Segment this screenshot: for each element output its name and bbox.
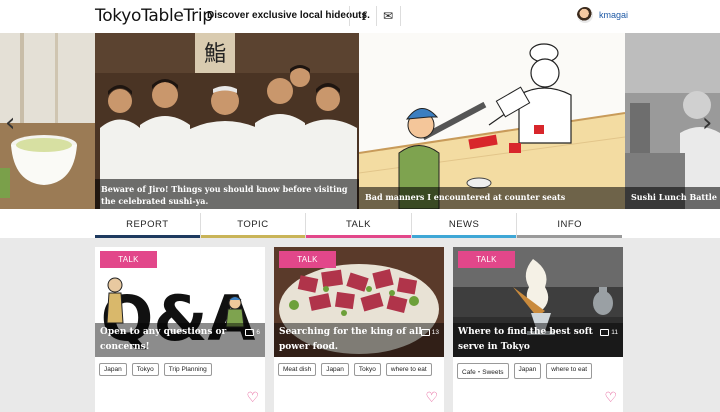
tab-underline [200, 235, 306, 238]
tab-label: TALK [345, 219, 372, 230]
card-title[interactable]: Open to any questions or concerns! [95, 323, 265, 357]
category-tabs: REPORT TOPIC TALK NEWS INFO [95, 213, 622, 238]
tag-chip[interactable]: Japan [321, 363, 349, 376]
comment-count-value: 6 [256, 329, 260, 336]
site-tagline: Discover exclusive local hideouts. [207, 10, 370, 21]
comment-icon [245, 329, 255, 336]
username-link[interactable]: kmagai [599, 10, 628, 20]
tag-chip[interactable]: Japan [513, 363, 542, 379]
tab-label: REPORT [126, 219, 169, 230]
tag-chip[interactable]: where to eat [546, 363, 593, 379]
slide-caption[interactable]: Bad manners I encountered at counter sea… [359, 187, 625, 209]
article-card[interactable]: Q&A TALK Open to any questions or concer… [95, 247, 265, 412]
tag-chip[interactable]: Tokyo [131, 363, 159, 376]
article-card[interactable]: TALK Where to find the best soft serve i… [453, 247, 623, 412]
tab-underline [306, 235, 411, 238]
category-badge: TALK [279, 251, 336, 268]
comment-count: 11 [600, 329, 618, 336]
svg-text:鮨: 鮨 [204, 42, 226, 67]
counter-manners-illustration [359, 33, 625, 209]
tab-talk[interactable]: TALK [306, 213, 412, 238]
article-card[interactable]: TALK Searching for the king of all power… [274, 247, 444, 412]
site-header: TokyoTableTrip Discover exclusive local … [0, 0, 720, 33]
tag-chip[interactable]: Cafe・Sweets [457, 363, 509, 379]
heart-icon[interactable]: ♡ [246, 390, 259, 406]
tag-chip[interactable]: Tokyo [353, 363, 381, 376]
tag-chip[interactable]: Meat dish [278, 363, 317, 376]
card-image[interactable]: TALK Searching for the king of all power… [274, 247, 444, 357]
tag-chip[interactable]: where to eat [385, 363, 432, 376]
tab-label: TOPIC [237, 219, 269, 230]
category-badge: TALK [100, 251, 157, 268]
tab-topic[interactable]: TOPIC [200, 213, 307, 238]
comment-count-value: 13 [431, 329, 439, 336]
carousel-next-icon[interactable]: › [702, 108, 712, 138]
tab-news[interactable]: NEWS [411, 213, 518, 238]
header-divider [400, 6, 401, 26]
carousel-prev-icon[interactable]: ‹ [5, 108, 15, 138]
comment-icon [600, 329, 610, 336]
avatar[interactable] [577, 7, 593, 23]
card-title[interactable]: Where to find the best soft serve in Tok… [453, 323, 623, 357]
featured-carousel: 鮨 Beware of Jiro! Things you should know… [0, 33, 720, 209]
comment-count: 6 [245, 329, 260, 336]
tag-list: Meat dish Japan Tokyo where to eat [278, 363, 438, 376]
carousel-slide[interactable] [359, 33, 625, 209]
tab-underline [411, 235, 517, 238]
tag-chip[interactable]: Japan [99, 363, 127, 376]
tag-list: Japan Tokyo Trip Planning [99, 363, 259, 376]
card-image[interactable]: TALK Where to find the best soft serve i… [453, 247, 623, 357]
tab-underline [95, 235, 200, 238]
tab-label: NEWS [448, 219, 480, 230]
tab-underline [517, 235, 622, 238]
comment-icon [420, 329, 430, 336]
heart-icon[interactable]: ♡ [425, 390, 438, 406]
user-menu[interactable]: kmagai [577, 7, 628, 23]
category-badge: TALK [458, 251, 515, 268]
tag-chip[interactable]: Trip Planning [163, 363, 212, 376]
facebook-icon[interactable]: f [352, 5, 376, 27]
slide-caption[interactable]: Sushi Lunch Battle Roy [625, 187, 720, 209]
tag-list: Cafe・Sweets Japan where to eat [457, 363, 617, 379]
site-logo[interactable]: TokyoTableTrip [95, 6, 213, 26]
slide-caption[interactable]: Beware of Jiro! Things you should know b… [95, 179, 359, 209]
tab-info[interactable]: INFO [517, 213, 622, 238]
card-title[interactable]: Searching for the king of all power food… [274, 323, 444, 357]
card-image[interactable]: Q&A TALK Open to any questions or concer… [95, 247, 265, 357]
tab-label: INFO [557, 219, 583, 230]
comment-count: 13 [420, 329, 439, 336]
mail-icon[interactable]: ✉ [376, 5, 400, 27]
comment-count-value: 11 [611, 329, 618, 336]
header-divider [349, 6, 350, 26]
heart-icon[interactable]: ♡ [604, 390, 617, 406]
tab-report[interactable]: REPORT [95, 213, 201, 238]
